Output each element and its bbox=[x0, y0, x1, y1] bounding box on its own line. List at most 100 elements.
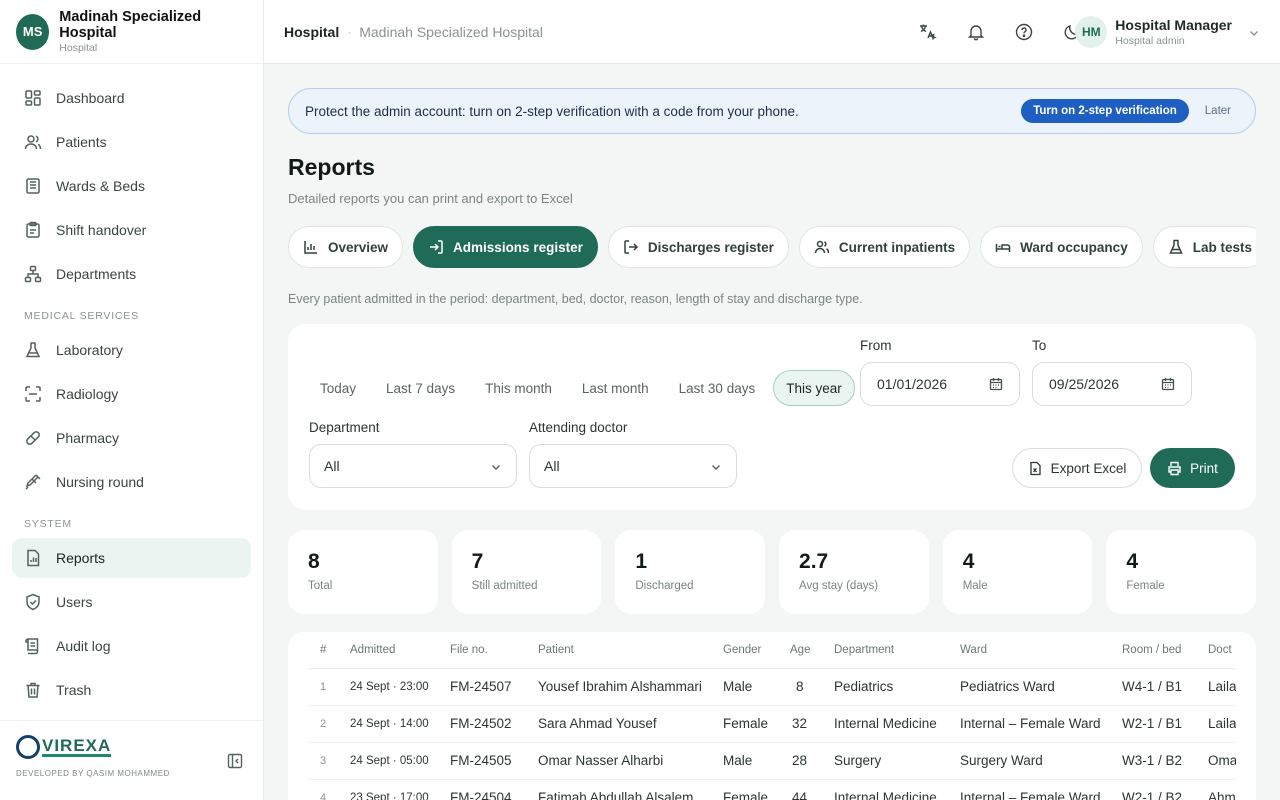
later-button[interactable]: Later bbox=[1205, 105, 1231, 117]
flask-icon bbox=[1168, 239, 1184, 255]
breadcrumb-root[interactable]: Hospital bbox=[284, 24, 339, 40]
to-label: To bbox=[1032, 338, 1047, 353]
col-room-bed[interactable]: Room / bed bbox=[1122, 632, 1208, 669]
sign-in-icon bbox=[428, 239, 444, 255]
tab-ward-occupancy[interactable]: Ward occupancy bbox=[980, 226, 1143, 268]
print-button[interactable]: Print bbox=[1150, 448, 1235, 488]
tab-lab-tests[interactable]: Lab tests bbox=[1152, 226, 1256, 268]
chevron-down-icon bbox=[1248, 26, 1260, 38]
preset-last-month[interactable]: Last month bbox=[570, 370, 661, 406]
excel-file-icon bbox=[1028, 461, 1043, 476]
col-gender[interactable]: Gender bbox=[723, 632, 790, 669]
department-select[interactable]: All bbox=[309, 444, 517, 488]
user-name: Hospital Manager bbox=[1115, 17, 1232, 33]
col-admitted[interactable]: Admitted bbox=[350, 632, 450, 669]
bar-chart-icon bbox=[303, 239, 319, 255]
sidebar-item-wards-beds[interactable]: Wards & Beds bbox=[12, 166, 251, 206]
department-label: Department bbox=[309, 420, 380, 435]
sidebar-item-reports[interactable]: Reports bbox=[12, 538, 251, 578]
user-menu[interactable]: HM Hospital Manager Hospital admin bbox=[1075, 16, 1260, 48]
scan-icon bbox=[24, 385, 42, 403]
sidebar-item-nursing-round[interactable]: Nursing round bbox=[12, 462, 251, 502]
section-medical-services: MEDICAL SERVICES bbox=[24, 310, 139, 322]
clipboard-icon bbox=[24, 221, 42, 239]
help-icon[interactable] bbox=[1012, 20, 1036, 44]
preset-this-month[interactable]: This month bbox=[473, 370, 564, 406]
to-date-field[interactable]: 09/25/2026 bbox=[1032, 362, 1192, 406]
stat-total: 8 Total bbox=[288, 530, 438, 614]
from-date-field[interactable]: 01/01/2026 bbox=[860, 362, 1020, 406]
sidebar-item-patients[interactable]: Patients bbox=[12, 122, 251, 162]
sidebar-item-departments[interactable]: Departments bbox=[12, 254, 251, 294]
shield-icon bbox=[24, 593, 42, 611]
sidebar-item-dashboard[interactable]: Dashboard bbox=[12, 78, 251, 118]
sidebar-item-label: Departments bbox=[56, 266, 137, 282]
stat-still-admitted: 7 Still admitted bbox=[451, 530, 602, 614]
tab-overview[interactable]: Overview bbox=[288, 226, 404, 268]
preset-today[interactable]: Today bbox=[308, 370, 368, 406]
doctor-label: Attending doctor bbox=[529, 420, 628, 435]
patients-icon bbox=[24, 133, 42, 151]
report-icon bbox=[24, 549, 42, 567]
from-label: From bbox=[860, 338, 892, 353]
log-icon bbox=[24, 637, 42, 655]
table-header-row: # Admitted File no. Patient Gender Age D… bbox=[308, 632, 1236, 669]
breadcrumb-current: Madinah Specialized Hospital bbox=[359, 23, 543, 40]
patients-icon bbox=[814, 239, 830, 255]
report-description: Every patient admitted in the period: de… bbox=[288, 292, 863, 306]
sign-out-icon bbox=[623, 239, 639, 255]
admissions-table: # Admitted File no. Patient Gender Age D… bbox=[308, 632, 1236, 800]
enable-2fa-button[interactable]: Turn on 2-step verification bbox=[1021, 99, 1189, 123]
col-age[interactable]: Age bbox=[790, 632, 834, 669]
trash-icon bbox=[24, 681, 42, 699]
sidebar-item-label: Trash bbox=[56, 682, 92, 698]
preset-this-year[interactable]: This year bbox=[773, 370, 855, 406]
user-role: Hospital admin bbox=[1115, 35, 1185, 47]
export-excel-button[interactable]: Export Excel bbox=[1012, 448, 1142, 488]
col-ward[interactable]: Ward bbox=[960, 632, 1122, 669]
attending-doctor-select[interactable]: All bbox=[529, 444, 737, 488]
page-subtitle: Detailed reports you can print and expor… bbox=[288, 191, 573, 206]
summary-stats: 8 Total 7 Still admitted 1 Discharged 2.… bbox=[288, 530, 1257, 614]
brand-header: MS Madinah Specialized Hospital Hospital bbox=[0, 0, 263, 64]
bed-icon bbox=[995, 239, 1011, 255]
main-content: Protect the admin account: turn on 2-ste… bbox=[288, 64, 1257, 800]
table-row[interactable]: 4 23 Sept · 17:00 FM-24504 Fatimah Abdul… bbox=[308, 779, 1236, 800]
sidebar-item-laboratory[interactable]: Laboratory bbox=[12, 330, 251, 370]
language-icon[interactable] bbox=[916, 20, 940, 44]
tab-current-inpatients[interactable]: Current inpatients bbox=[798, 226, 971, 268]
sidebar-item-label: Radiology bbox=[56, 386, 119, 402]
stat-female: 4 Female bbox=[1106, 530, 1257, 614]
table-row[interactable]: 3 24 Sept · 05:00 FM-24505 Omar Nasser A… bbox=[308, 742, 1236, 780]
notifications-bell-icon[interactable] bbox=[964, 20, 988, 44]
brand-avatar: MS bbox=[16, 13, 50, 50]
collapse-sidebar-icon[interactable] bbox=[227, 753, 243, 769]
sidebar-item-trash[interactable]: Trash bbox=[12, 670, 251, 710]
col-patient[interactable]: Patient bbox=[538, 632, 723, 669]
printer-icon bbox=[1167, 461, 1182, 476]
sidebar-item-audit-log[interactable]: Audit log bbox=[12, 626, 251, 666]
preset-last-30-days[interactable]: Last 30 days bbox=[667, 370, 768, 406]
sidebar-item-radiology[interactable]: Radiology bbox=[12, 374, 251, 414]
developer-credit: DEVELOPED BY QASIM MOHAMMED bbox=[16, 769, 170, 778]
table-row[interactable]: 2 24 Sept · 14:00 FM-24502 Sara Ahmad Yo… bbox=[308, 705, 1236, 743]
filter-panel: Today Last 7 days This month Last month … bbox=[288, 324, 1256, 510]
date-presets: Today Last 7 days This month Last month … bbox=[308, 370, 861, 406]
page-title: Reports bbox=[288, 154, 375, 180]
sidebar-item-pharmacy[interactable]: Pharmacy bbox=[12, 418, 251, 458]
sidebar-item-users[interactable]: Users bbox=[12, 582, 251, 622]
avatar: HM bbox=[1075, 16, 1108, 48]
col-department[interactable]: Department bbox=[834, 632, 960, 669]
table-row[interactable]: 1 24 Sept · 23:00 FM-24507 Yousef Ibrahi… bbox=[308, 668, 1236, 706]
calendar-icon bbox=[1161, 377, 1175, 391]
pill-icon bbox=[24, 429, 42, 447]
col-file-no[interactable]: File no. bbox=[450, 632, 538, 669]
stat-male: 4 Male bbox=[942, 530, 1093, 614]
hierarchy-icon bbox=[24, 265, 42, 283]
preset-last-7-days[interactable]: Last 7 days bbox=[374, 370, 467, 406]
col-doctor[interactable]: Doct bbox=[1208, 632, 1236, 669]
tab-admissions-register[interactable]: Admissions register bbox=[413, 226, 598, 268]
tab-discharges-register[interactable]: Discharges register bbox=[607, 226, 789, 268]
sidebar: MS Madinah Specialized Hospital Hospital… bbox=[0, 0, 264, 800]
sidebar-item-shift-handover[interactable]: Shift handover bbox=[12, 210, 251, 250]
